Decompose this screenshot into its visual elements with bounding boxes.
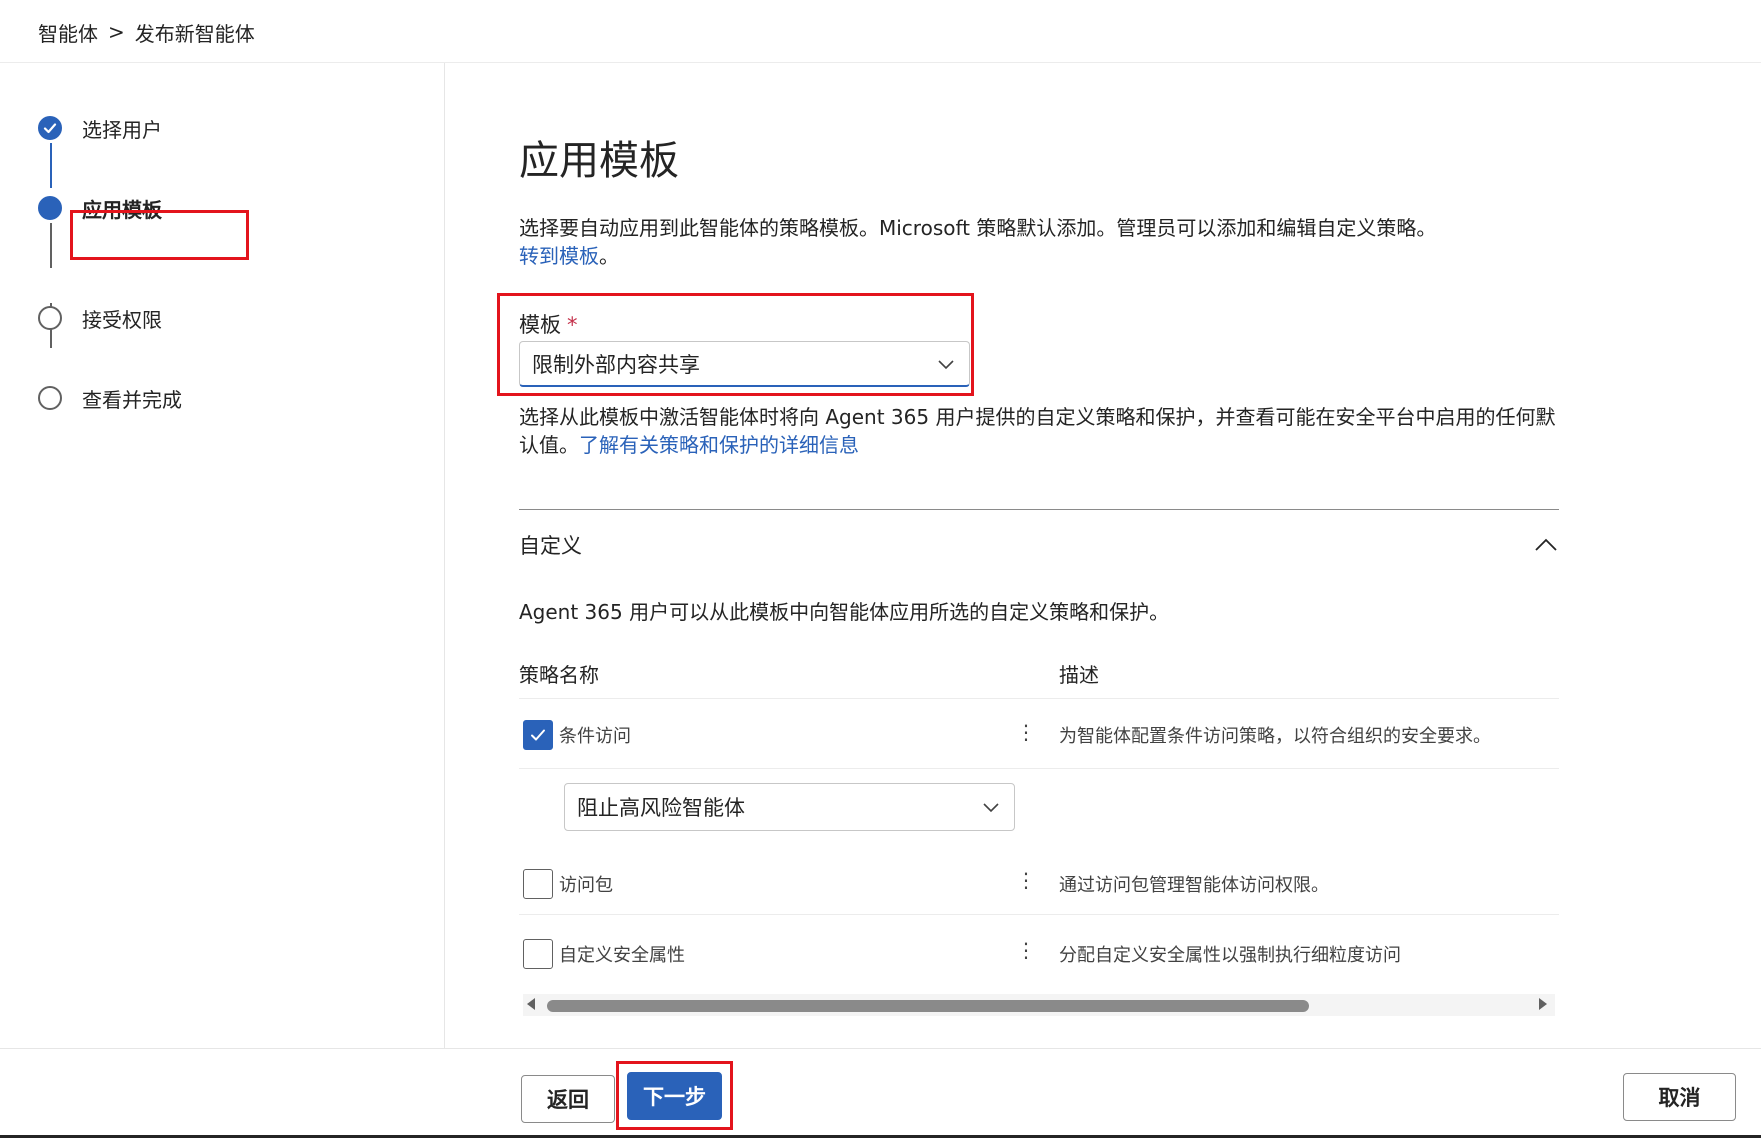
chevron-up-icon[interactable] <box>1533 532 1559 558</box>
row-divider <box>519 768 1559 769</box>
highlight-box-template <box>497 293 974 396</box>
policy-checkbox-access-package[interactable] <box>523 869 553 899</box>
pending-step-icon <box>38 386 62 410</box>
checkmark-icon <box>38 116 62 140</box>
page-description: 选择要自动应用到此智能体的策略模板。Microsoft 策略默认添加。管理员可以… <box>519 214 1559 270</box>
footer-divider <box>0 1048 1761 1049</box>
more-options-icon[interactable]: ⋮ <box>1016 938 1036 962</box>
table-row: 条件访问 <box>523 717 631 753</box>
step-accept-permissions[interactable]: 接受权限 <box>38 303 162 333</box>
column-header-description[interactable]: 描述 <box>1059 653 1099 693</box>
option-selected-value: 阻止高风险智能体 <box>577 796 745 820</box>
policy-name: 自定义安全属性 <box>559 945 685 966</box>
publish-agent-page: 智能体 > 发布新智能体 选择用户 应用模板 接受权限 查看并完成 应用模板 选… <box>0 0 1761 1140</box>
step-label: 接受权限 <box>82 307 162 332</box>
back-button[interactable]: 返回 <box>521 1075 615 1123</box>
section-divider <box>519 509 1559 510</box>
cancel-button[interactable]: 取消 <box>1623 1073 1736 1121</box>
page-title: 应用模板 <box>519 138 679 184</box>
breadcrumb: 智能体 > 发布新智能体 <box>38 16 255 48</box>
description-text: 选择要自动应用到此智能体的策略模板。Microsoft 策略默认添加。管理员可以… <box>519 216 1437 240</box>
customize-section-header[interactable]: 自定义 <box>519 527 1559 563</box>
scroll-left-icon[interactable] <box>527 998 535 1010</box>
policy-description: 通过访问包管理智能体访问权限。 <box>1059 875 1329 896</box>
row-divider <box>519 914 1559 915</box>
scroll-right-icon[interactable] <box>1539 998 1547 1010</box>
current-step-icon <box>38 196 62 220</box>
pending-step-icon <box>38 306 62 330</box>
policy-description: 为智能体配置条件访问策略，以符合组织的安全要求。 <box>1059 726 1491 747</box>
section-title: 自定义 <box>519 534 582 558</box>
table-horizontal-scrollbar[interactable] <box>523 994 1555 1016</box>
section-description: Agent 365 用户可以从此模板中向智能体应用所选的自定义策略和保护。 <box>519 600 1170 624</box>
step-label: 选择用户 <box>82 117 162 142</box>
description-end: 。 <box>599 244 619 268</box>
more-options-icon[interactable]: ⋮ <box>1016 720 1036 744</box>
table-row: 访问包 <box>523 866 613 902</box>
highlight-box-next <box>616 1061 733 1130</box>
policy-checkbox-conditional-access[interactable] <box>523 720 553 750</box>
step-select-users[interactable]: 选择用户 <box>38 113 162 143</box>
step-connector-2 <box>50 223 52 268</box>
table-row: 自定义安全属性 <box>523 936 685 972</box>
policy-name: 访问包 <box>559 875 613 896</box>
policy-name: 条件访问 <box>559 726 631 747</box>
template-help-text: 选择从此模板中激活智能体时将向 Agent 365 用户提供的自定义策略和保护，… <box>519 403 1559 459</box>
step-label: 查看并完成 <box>82 387 182 412</box>
learn-more-link[interactable]: 了解有关策略和保护的详细信息 <box>579 433 859 457</box>
column-header-policy-name[interactable]: 策略名称 <box>519 653 599 693</box>
chevron-down-icon <box>983 803 999 813</box>
step-review-finish[interactable]: 查看并完成 <box>38 383 182 413</box>
more-options-icon[interactable]: ⋮ <box>1016 868 1036 892</box>
policy-checkbox-custom-security-attributes[interactable] <box>523 939 553 969</box>
conditional-access-option-dropdown[interactable]: 阻止高风险智能体 <box>564 783 1015 831</box>
step-connector-1 <box>50 143 52 188</box>
policy-description: 分配自定义安全属性以强制执行细粒度访问 <box>1059 945 1401 966</box>
window-bottom-edge <box>0 1135 1761 1138</box>
breadcrumb-current: 发布新智能体 <box>134 21 255 46</box>
scrollbar-thumb[interactable] <box>547 1000 1309 1012</box>
highlight-box-step <box>70 210 249 260</box>
go-to-templates-link[interactable]: 转到模板 <box>519 244 599 268</box>
table-header-divider <box>519 698 1559 699</box>
breadcrumb-separator: > <box>108 20 125 44</box>
breadcrumb-parent[interactable]: 智能体 <box>38 18 98 47</box>
